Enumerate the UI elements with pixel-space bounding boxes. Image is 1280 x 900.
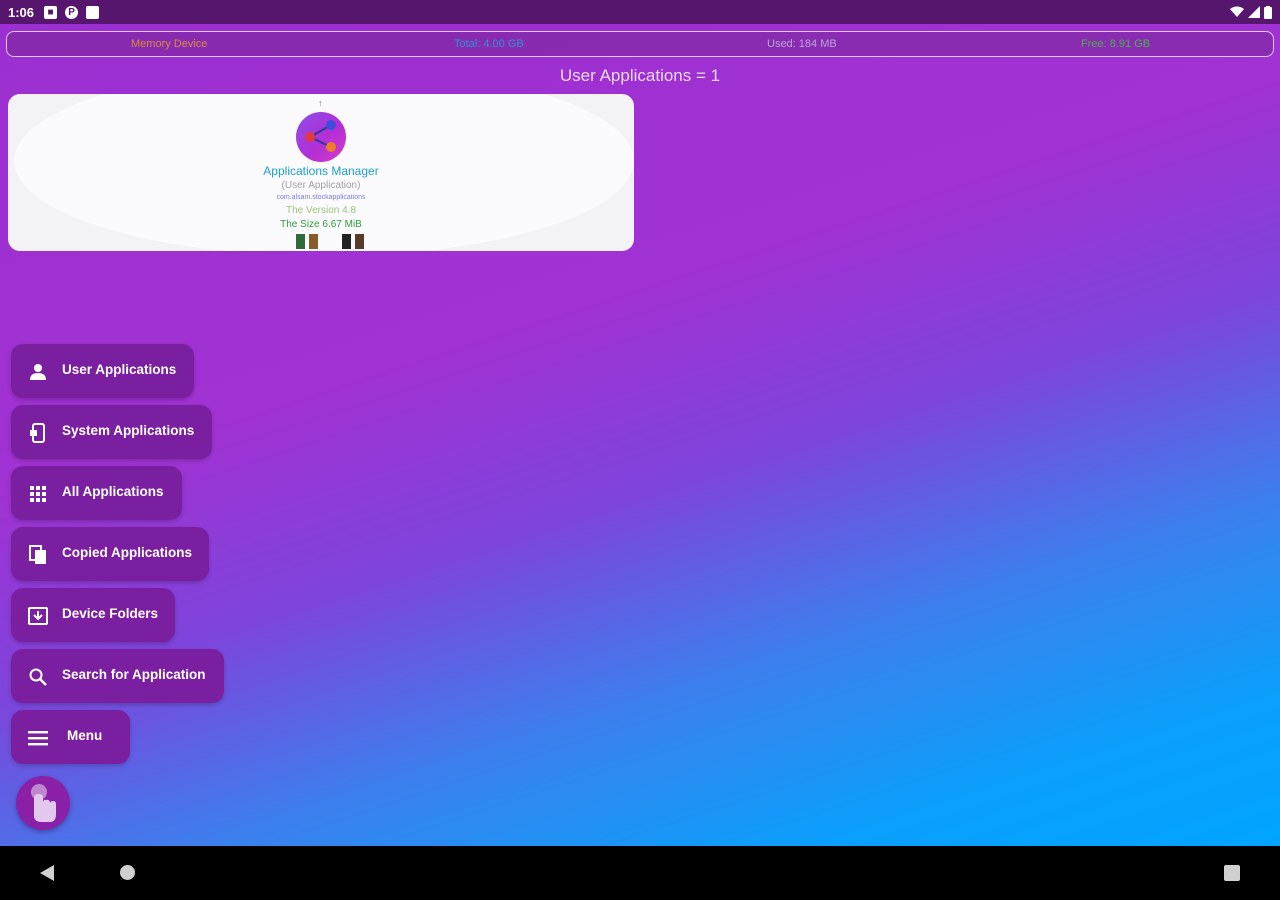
touch-fab-button[interactable]: [16, 776, 70, 830]
touch-hand-icon: [31, 784, 56, 822]
copied-applications-label: Copied Applications: [62, 545, 193, 560]
memory-bar: Memory Device Total: 4.00 GB Used: 184 M…: [6, 31, 1274, 57]
search-application-button[interactable]: Search for Application: [11, 649, 224, 703]
folder-download-icon: [28, 606, 48, 626]
memory-used: Used: 184 MB: [767, 38, 837, 50]
wifi-icon: [1230, 6, 1244, 17]
system-applications-label: System Applications: [62, 423, 195, 438]
app-action-buttons: [296, 234, 376, 250]
memory-free: Free: 8.91 GB: [1081, 38, 1151, 50]
signal-icon: [1248, 6, 1260, 18]
search-application-label: Search for Application: [62, 667, 206, 682]
card-pointer: ↑: [318, 98, 323, 108]
main-content: Memory Device Total: 4.00 GB Used: 184 M…: [0, 24, 1280, 846]
all-applications-label: All Applications: [62, 484, 164, 499]
app-card[interactable]: ↑ Applications Manager (User Application…: [8, 94, 634, 251]
battery-icon: [1264, 5, 1272, 19]
app-action-button[interactable]: [342, 234, 351, 249]
navigation-bar: [0, 846, 1280, 900]
status-bar: 1:06 ■ P: [0, 0, 1280, 24]
system-applications-button[interactable]: System Applications: [11, 405, 212, 459]
app-name: Applications Manager: [263, 164, 379, 178]
notification-icon: ■: [44, 5, 58, 19]
person-icon: [28, 362, 48, 382]
p-icon: P: [65, 5, 79, 19]
memory-device-label: Memory Device: [131, 38, 208, 50]
hamburger-icon: [28, 728, 48, 748]
app-package: com.alsam.stockapplications: [276, 194, 366, 201]
user-applications-button[interactable]: User Applications: [11, 344, 194, 398]
sd-card-icon: [86, 5, 100, 19]
system-apps-icon: [28, 423, 48, 443]
home-icon[interactable]: [120, 865, 135, 880]
menu-button[interactable]: Menu: [11, 710, 130, 764]
menu-label: Menu: [67, 728, 103, 743]
app-version: The Version 4.8: [285, 205, 357, 216]
user-applications-label: User Applications: [62, 362, 177, 377]
app-action-button[interactable]: [309, 234, 318, 249]
page-title: User Applications = 1: [559, 66, 721, 85]
device-folders-button[interactable]: Device Folders: [11, 588, 175, 642]
all-applications-button[interactable]: All Applications: [11, 466, 182, 520]
search-icon: [28, 667, 48, 687]
app-action-button[interactable]: [355, 234, 364, 249]
grid-icon: [28, 484, 48, 504]
recents-icon[interactable]: [1224, 865, 1240, 881]
app-type: (User Application): [281, 180, 361, 191]
share-icon[interactable]: [296, 112, 346, 162]
status-right-icons: [1230, 5, 1272, 19]
memory-total: Total: 4.00 GB: [454, 38, 524, 50]
status-time: 1:06: [8, 4, 35, 20]
copied-applications-button[interactable]: Copied Applications: [11, 527, 209, 581]
app-action-button[interactable]: [296, 234, 305, 249]
back-icon[interactable]: [40, 865, 54, 881]
device-folders-label: Device Folders: [62, 606, 159, 621]
copy-icon: [28, 545, 48, 565]
app-size: The Size 6.67 MiB: [280, 219, 362, 230]
